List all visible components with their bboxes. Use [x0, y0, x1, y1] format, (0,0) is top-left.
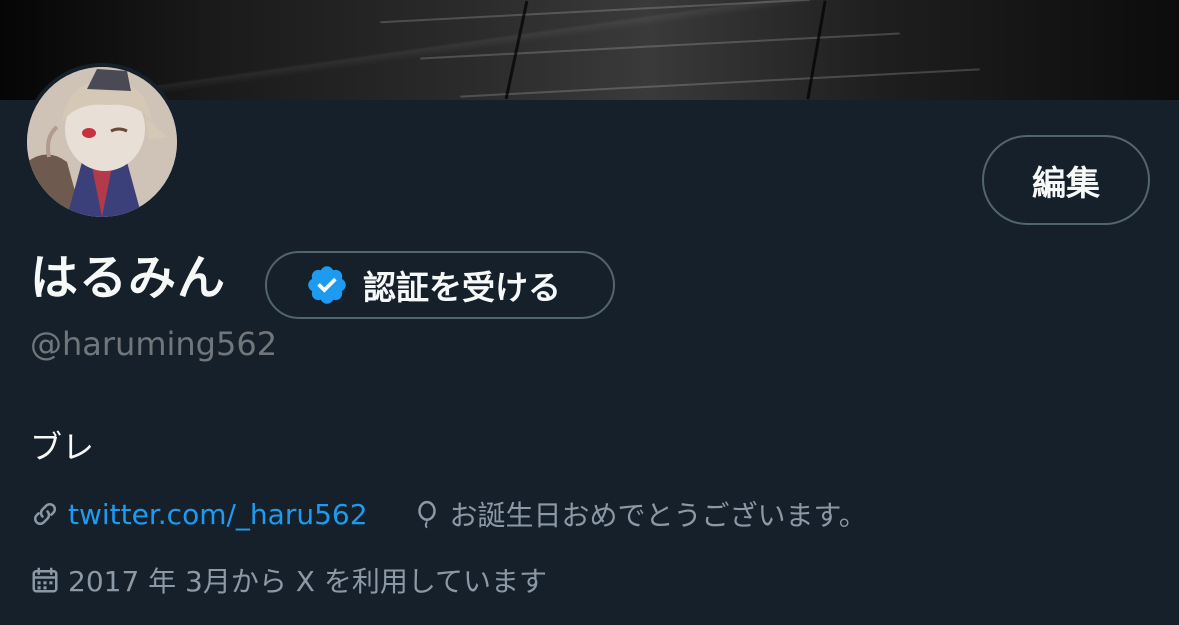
website-item: twitter.com/_haru562: [30, 498, 368, 531]
avatar[interactable]: [27, 67, 177, 217]
profile-meta-row: 2017 年 3月から X を利用しています: [30, 560, 547, 600]
profile-meta-row: twitter.com/_haru562 お誕生日おめでとうございます。: [30, 494, 867, 534]
joined-date-text: 2017 年 3月から X を利用しています: [68, 565, 548, 598]
joined-item: 2017 年 3月から X を利用しています: [30, 560, 547, 600]
banner-texture-line: [380, 0, 810, 24]
link-icon: [33, 502, 57, 526]
verified-badge-icon: [308, 266, 346, 304]
edit-profile-button[interactable]: 編集: [982, 135, 1150, 225]
website-link[interactable]: twitter.com/_haru562: [68, 498, 368, 531]
display-name: はるみん: [30, 250, 227, 306]
get-verified-label: 認証を受ける: [363, 268, 561, 307]
get-verified-button[interactable]: 認証を受ける: [265, 251, 615, 319]
banner-texture-line: [460, 68, 980, 98]
profile-bio: ブレ: [30, 428, 95, 466]
avatar-illustration: [27, 67, 177, 217]
birthday-text: お誕生日おめでとうございます。: [449, 499, 867, 532]
profile-handle: @haruming562: [30, 325, 278, 363]
banner-texture-line: [806, 0, 827, 100]
profile-banner[interactable]: [0, 0, 1179, 100]
banner-texture-line: [420, 32, 900, 60]
birthday-item: お誕生日おめでとうございます。: [412, 494, 867, 534]
balloon-icon: [417, 500, 436, 529]
calendar-icon: [32, 567, 58, 593]
